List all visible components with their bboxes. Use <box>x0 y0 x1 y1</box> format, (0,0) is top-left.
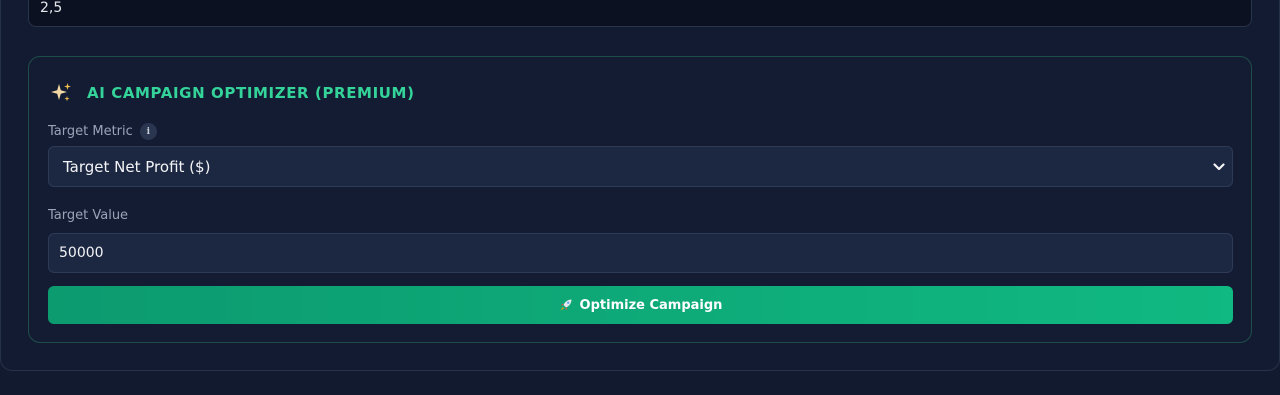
optimize-campaign-label: Optimize Campaign <box>579 297 723 313</box>
target-metric-label-text: Target Metric <box>48 124 133 139</box>
previous-input-field[interactable]: 2,5 <box>28 0 1252 27</box>
optimizer-title: AI CAMPAIGN OPTIMIZER (PREMIUM) <box>87 84 415 102</box>
info-icon[interactable]: i <box>139 123 157 140</box>
target-metric-label: Target Metric i <box>48 123 157 140</box>
ai-campaign-optimizer-panel: AI CAMPAIGN OPTIMIZER (PREMIUM) Target M… <box>28 56 1252 343</box>
target-value-input[interactable] <box>48 233 1233 273</box>
rocket-icon <box>559 298 573 312</box>
optimize-campaign-button[interactable]: Optimize Campaign <box>48 286 1233 324</box>
sparkles-icon <box>49 81 73 105</box>
previous-input-value: 2,5 <box>40 0 63 16</box>
target-metric-selected-value: Target Net Profit ($) <box>63 157 211 176</box>
target-value-label: Target Value <box>48 208 129 223</box>
target-metric-select[interactable]: Target Net Profit ($) <box>48 146 1233 187</box>
chevron-down-icon <box>1212 160 1226 174</box>
optimizer-header: AI CAMPAIGN OPTIMIZER (PREMIUM) <box>49 81 415 105</box>
